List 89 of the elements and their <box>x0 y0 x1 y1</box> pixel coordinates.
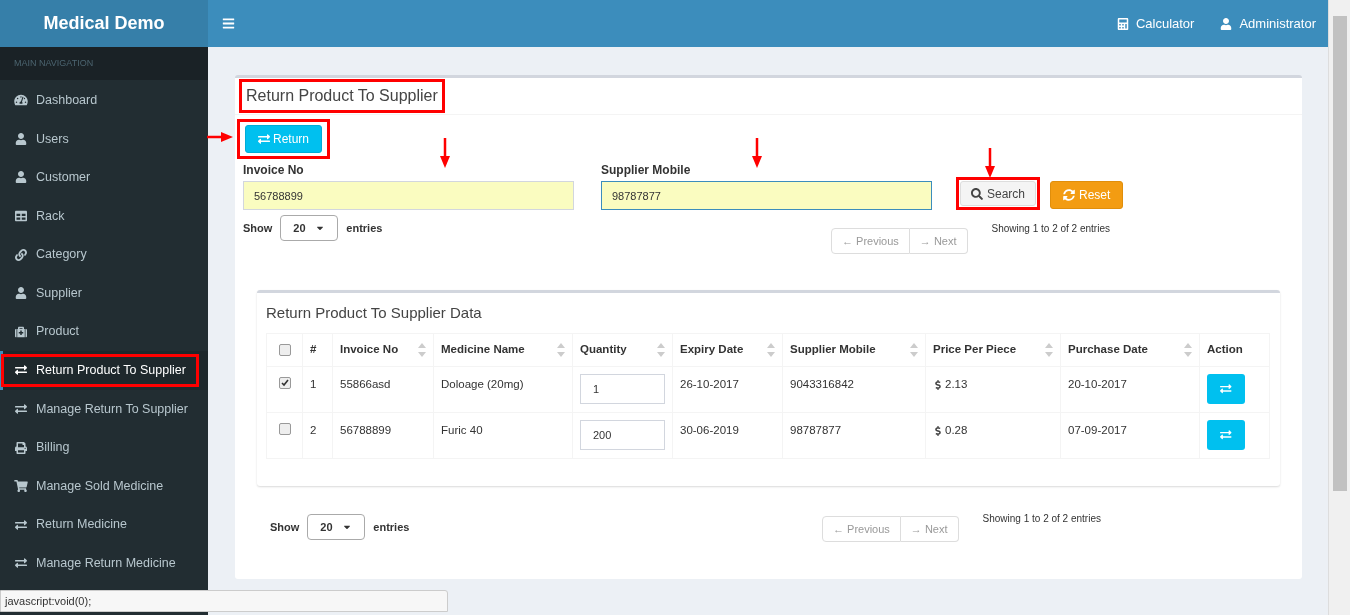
table-cell: 98787877 <box>790 424 842 436</box>
show-label: Show <box>243 220 273 236</box>
sort-icon <box>418 343 426 357</box>
annotation-arrow-icon <box>752 138 762 168</box>
refresh-icon <box>1063 189 1076 201</box>
table-cell: 07-09-2017 <box>1068 424 1127 436</box>
table-cell: 20-10-2017 <box>1068 378 1127 390</box>
return-action-button[interactable] <box>1207 420 1245 450</box>
sort-icon <box>557 343 565 357</box>
user-menu-link[interactable]: Administrator <box>1220 13 1316 34</box>
search-icon <box>971 187 983 200</box>
sidebar-item[interactable]: Return Medicine <box>14 515 127 535</box>
dashboard-icon <box>14 94 28 107</box>
dollar-icon <box>933 425 943 436</box>
annotation-arrow-icon <box>207 132 233 142</box>
cart-icon <box>14 480 28 493</box>
table-cell: 1 <box>310 378 317 390</box>
checkbox[interactable] <box>278 344 291 356</box>
table-cell: Doloage (20mg) <box>441 378 524 390</box>
status-url: javascript:void(0); <box>5 593 92 609</box>
user-icon <box>1220 17 1233 30</box>
column-header[interactable]: # <box>310 341 317 359</box>
sidebar-item[interactable]: Product <box>14 322 80 342</box>
entries-label: entries <box>346 220 383 236</box>
table-cell: 26-10-2017 <box>680 378 739 390</box>
checkmark-icon <box>280 379 289 387</box>
panel-title: Return Product To Supplier <box>246 86 438 106</box>
calculator-link[interactable]: Calculator <box>1116 13 1195 34</box>
sidebar-heading: MAIN NAVIGATION <box>14 56 94 70</box>
sidebar-item[interactable]: Category <box>14 245 87 265</box>
entries-info: Showing 1 to 2 of 2 entries <box>982 512 1101 526</box>
quantity-field[interactable]: 200 <box>580 420 665 450</box>
user-icon <box>14 171 28 184</box>
scrollbar-thumb[interactable] <box>1332 16 1347 491</box>
sidebar-item[interactable]: Supplier <box>14 283 82 303</box>
dollar-icon <box>933 379 943 390</box>
return-action-button[interactable] <box>1207 374 1245 404</box>
user-icon <box>14 132 28 145</box>
swap-arrows-icon <box>14 518 28 531</box>
annotation-arrow-icon <box>440 138 450 168</box>
table-cell-text: 0.28 <box>945 423 968 438</box>
user-icon <box>14 287 28 300</box>
entries-label: entries <box>373 519 410 535</box>
sidebar-item[interactable]: Billing <box>14 438 70 457</box>
sidebar-item[interactable]: Users <box>14 129 69 149</box>
swap-arrows-icon <box>1220 383 1232 395</box>
sidebar-item[interactable]: Manage Return To Supplier <box>14 399 188 419</box>
entries-info: Showing 1 to 2 of 2 entries <box>991 222 1110 236</box>
entries-select[interactable]: 20 <box>307 514 366 540</box>
medkit-icon <box>14 325 28 338</box>
sort-icon <box>1045 343 1053 357</box>
sidebar-item[interactable]: Customer <box>14 168 91 187</box>
sort-icon <box>767 343 775 357</box>
table-cell-text: 2.13 <box>945 377 968 392</box>
text-field[interactable]: 98787877 <box>601 181 932 210</box>
table-cell: 9043316842 <box>790 378 854 390</box>
sidebar-item[interactable]: Manage Return Medicine <box>14 554 176 573</box>
field-label: Invoice No <box>243 162 305 179</box>
show-label: Show <box>270 519 300 535</box>
field-label: Supplier Mobile <box>601 162 692 179</box>
swap-arrows-icon <box>1220 429 1232 441</box>
grid-icon <box>14 210 28 223</box>
table-cell: Furic 40 <box>441 424 483 436</box>
swap-arrows-icon <box>258 133 270 145</box>
checkbox[interactable] <box>278 423 291 435</box>
search-button[interactable]: Search <box>960 181 1037 206</box>
swap-arrows-icon <box>14 557 28 570</box>
printer-icon <box>14 441 28 454</box>
swap-arrows-icon <box>14 364 28 377</box>
text-field[interactable]: 56788899 <box>243 181 574 210</box>
table-cell: 2 <box>310 424 317 436</box>
sort-icon <box>910 343 918 357</box>
sidebar-item[interactable]: Rack <box>14 206 65 226</box>
checkbox[interactable] <box>278 377 291 389</box>
calculator-icon <box>1116 17 1129 30</box>
table-cell: 56788899 <box>340 424 392 436</box>
sidebar-item[interactable]: Dashboard <box>14 90 98 110</box>
link-icon <box>14 248 28 261</box>
table-cell: 30-06-2019 <box>680 424 739 436</box>
data-box-title: Return Product To Supplier Data <box>266 302 482 323</box>
sort-icon <box>1184 343 1192 357</box>
entries-select[interactable]: 20 <box>280 215 339 241</box>
sort-icon <box>657 343 665 357</box>
sidebar-item[interactable]: Manage Sold Medicine <box>14 476 164 496</box>
menu-toggle-icon[interactable] <box>222 17 235 30</box>
table-cell: 55866asd <box>340 378 391 390</box>
app-title: Medical Demo <box>43 12 165 35</box>
quantity-field[interactable]: 1 <box>580 374 665 404</box>
swap-arrows-icon <box>14 403 28 416</box>
